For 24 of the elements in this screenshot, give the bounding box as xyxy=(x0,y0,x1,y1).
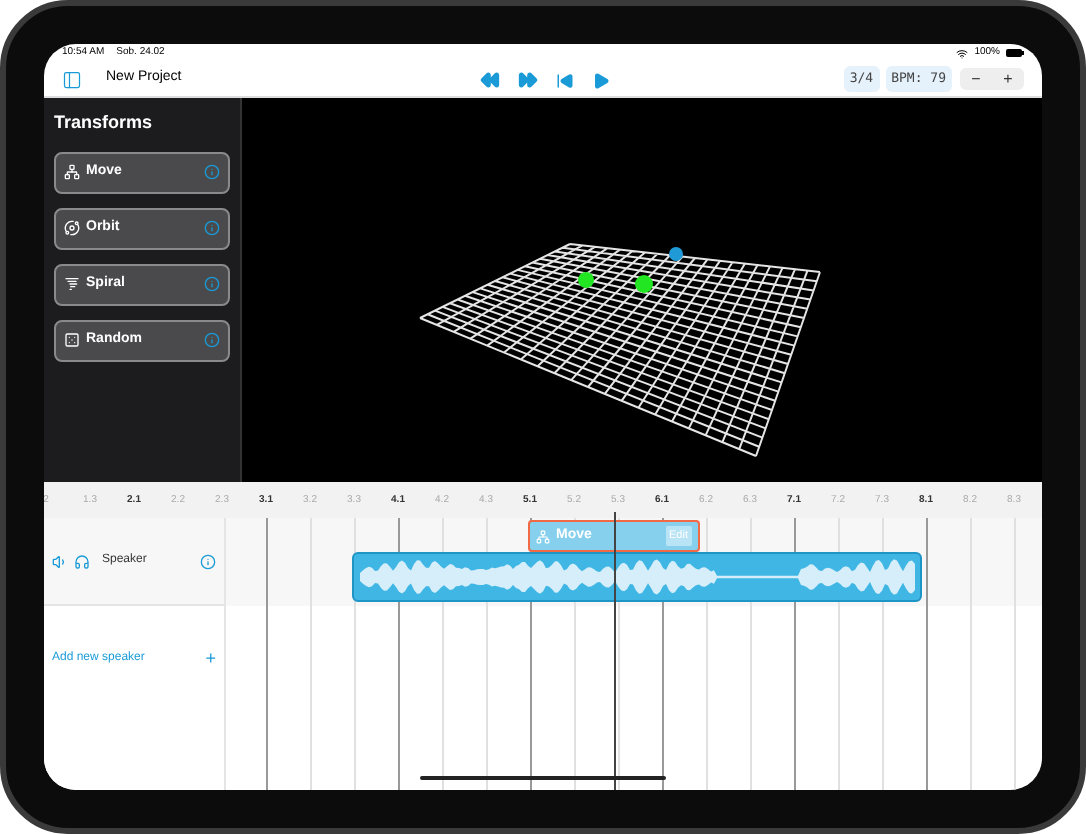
rewind-icon[interactable] xyxy=(480,70,500,90)
fast-forward-icon[interactable] xyxy=(518,70,538,90)
sphere-icon xyxy=(669,247,683,261)
battery-icon xyxy=(1006,48,1024,58)
dice-icon xyxy=(64,332,80,348)
tornado-icon xyxy=(64,276,80,292)
wifi-icon xyxy=(956,47,969,59)
info-icon[interactable] xyxy=(204,164,220,180)
nodes-icon xyxy=(64,164,80,180)
play-icon[interactable] xyxy=(592,71,610,89)
headphones-icon[interactable] xyxy=(74,553,90,569)
info-icon[interactable] xyxy=(204,220,220,236)
sidebar-toggle-icon[interactable] xyxy=(62,69,82,89)
info-icon[interactable] xyxy=(204,332,220,348)
stepper-button[interactable]: − xyxy=(960,68,992,90)
stepper-button[interactable]: + xyxy=(992,68,1024,90)
nodes-icon xyxy=(536,529,550,543)
info-icon[interactable] xyxy=(204,276,220,292)
orbit-icon xyxy=(64,220,80,236)
info-icon[interactable] xyxy=(200,553,216,569)
volume-icon[interactable] xyxy=(52,553,68,569)
sidebar-title: Transforms xyxy=(54,110,155,136)
sphere-icon xyxy=(578,272,594,288)
skip-back-icon[interactable] xyxy=(556,71,574,89)
